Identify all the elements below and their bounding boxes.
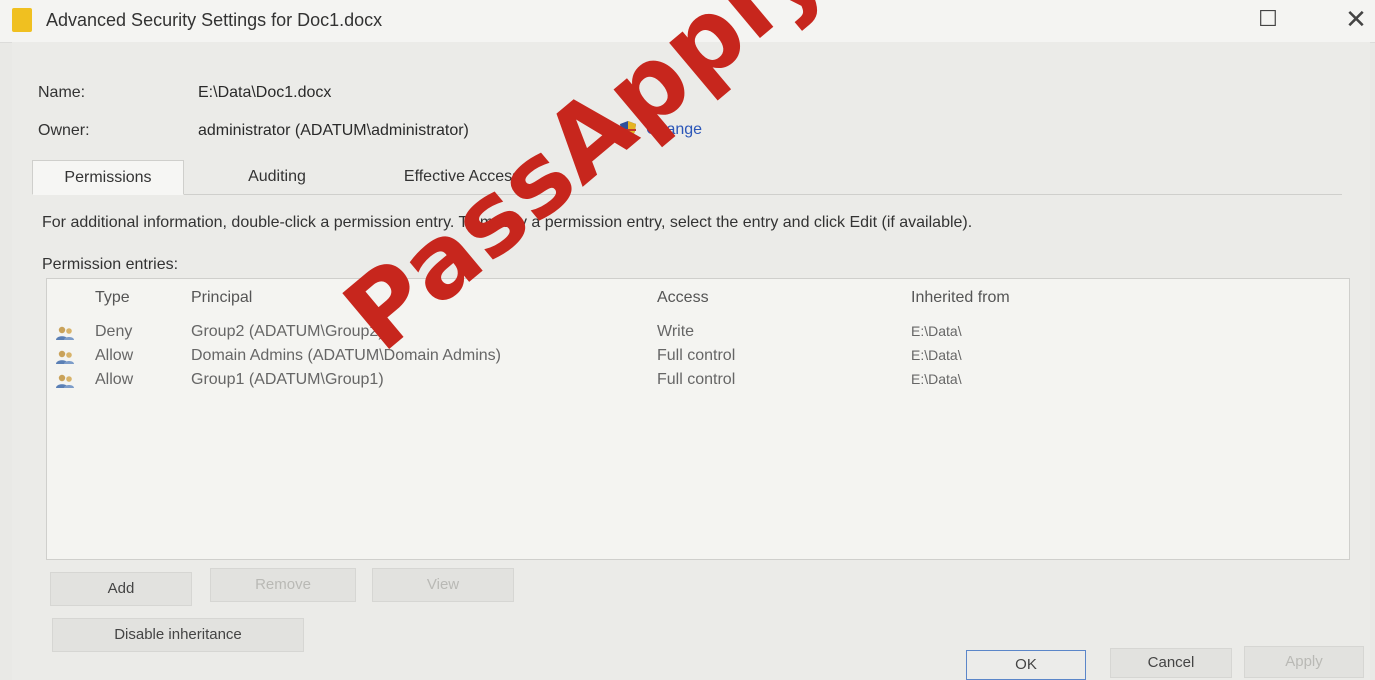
apply-button[interactable]: Apply (1244, 646, 1364, 678)
column-header-principal[interactable]: Principal (191, 289, 252, 307)
name-label: Name: (38, 84, 86, 101)
entry-inherited-from: E:\Data\ (911, 323, 962, 339)
entry-principal: Group2 (ADATUM\Group2) (191, 323, 384, 340)
entry-principal: Group1 (ADATUM\Group1) (191, 371, 384, 388)
window-title: Advanced Security Settings for Doc1.docx (46, 10, 383, 30)
users-icon (56, 374, 74, 388)
shield-icon (620, 121, 636, 139)
remove-button[interactable]: Remove (210, 568, 356, 602)
entry-type: Allow (95, 347, 134, 364)
tab-effective-access[interactable]: Effective Access (362, 160, 562, 193)
close-button[interactable]: ✕ (1336, 4, 1375, 34)
owner-value: administrator (ADATUM\administrator) (198, 122, 469, 139)
column-header-type[interactable]: Type (95, 289, 130, 307)
name-value: E:\Data\Doc1.docx (198, 84, 332, 101)
tab-auditing[interactable]: Auditing (222, 160, 332, 193)
maximize-button[interactable]: ☐ (1248, 4, 1288, 34)
entry-principal: Domain Admins (ADATUM\Domain Admins) (191, 347, 502, 364)
entry-type: Allow (95, 371, 134, 388)
change-label: Change (646, 121, 703, 138)
folder-icon (12, 8, 32, 32)
users-icon (56, 350, 74, 364)
entry-access: Full control (657, 371, 736, 388)
owner-label: Owner: (38, 122, 90, 139)
ok-button[interactable]: OK (966, 650, 1086, 680)
tab-permissions[interactable]: Permissions (32, 160, 184, 195)
entry-type: Deny (95, 323, 133, 340)
table-row[interactable]: Allow Domain Admins (ADATUM\Domain Admin… (47, 347, 1347, 369)
users-icon (56, 326, 74, 340)
table-row[interactable]: Allow Group1 (ADATUM\Group1) Full contro… (47, 371, 1347, 393)
table-row[interactable]: Deny Group2 (ADATUM\Group2) Write E:\Dat… (47, 323, 1347, 345)
info-text: For additional information, double-click… (42, 214, 973, 231)
tab-strip: Permissions Auditing Effective Access (32, 160, 1342, 195)
add-button[interactable]: Add (50, 572, 192, 606)
entry-inherited-from: E:\Data\ (911, 371, 962, 387)
change-owner-link[interactable]: Change (618, 120, 702, 140)
cancel-button[interactable]: Cancel (1110, 648, 1232, 678)
disable-inheritance-button[interactable]: Disable inheritance (52, 618, 304, 652)
column-header-access[interactable]: Access (657, 289, 709, 307)
entry-inherited-from: E:\Data\ (911, 347, 962, 363)
title-bar: Advanced Security Settings for Doc1.docx… (0, 0, 1375, 43)
dialog-content: Name: E:\Data\Doc1.docx Owner: administr… (12, 42, 1370, 680)
permission-entries-list[interactable]: Type Principal Access Inherited from Den… (46, 278, 1350, 560)
permission-entries-label: Permission entries: (42, 256, 179, 273)
entry-access: Full control (657, 347, 736, 364)
view-button[interactable]: View (372, 568, 514, 602)
column-header-inherited-from[interactable]: Inherited from (911, 289, 1010, 307)
entry-access: Write (657, 323, 695, 340)
